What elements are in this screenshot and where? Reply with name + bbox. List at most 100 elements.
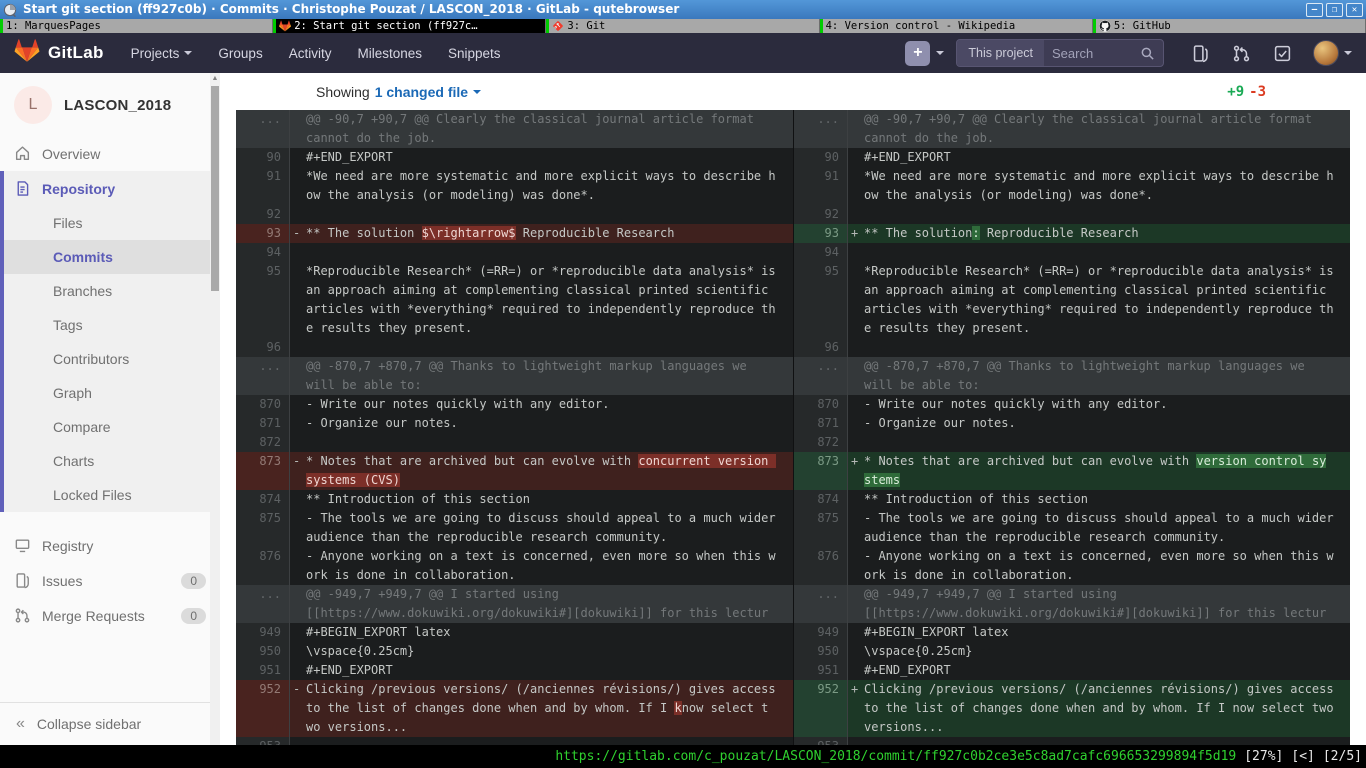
maximize-button[interactable]: ❐ [1326,3,1343,17]
old-line-number[interactable]: 91 [236,167,290,205]
new-menu-button[interactable]: + [905,41,930,66]
old-line-number[interactable]: 949 [236,623,290,642]
old-line-number[interactable]: 95 [236,262,290,338]
chevron-down-icon[interactable] [1344,51,1352,55]
old-line-number[interactable]: 876 [236,547,290,585]
sidebar-item-charts[interactable]: Charts [4,444,220,478]
github-octocat-icon [1099,20,1111,32]
sidebar-item-repository[interactable]: Repository [4,171,220,206]
issues-icon[interactable] [1191,44,1210,63]
old-line-number[interactable]: 872 [236,433,290,452]
tab[interactable]: 1: MarquesPages [0,19,273,33]
sidebar-item-commits[interactable]: Commits [4,240,220,274]
diff-line-old: - Anyone working on a text is concerned,… [290,547,793,585]
collapse-sidebar-button[interactable]: « Collapse sidebar [0,702,210,745]
hunk-header: @@ -949,7 +949,7 @@ I started using [[ht… [290,585,793,623]
hunk-ellipsis: ... [793,585,848,623]
new-line-number[interactable]: 949 [793,623,848,642]
sidebar-scrollbar[interactable]: ▲ [210,73,220,745]
qutebrowser-icon [3,3,17,17]
new-line-number[interactable]: 93 [793,224,848,243]
diff-line-old: ** Introduction of this section [290,490,793,509]
nav-item-activity[interactable]: Activity [276,33,345,73]
merge-request-icon[interactable] [1232,44,1251,63]
new-line-number[interactable]: 870 [793,395,848,414]
sidebar-item-tags[interactable]: Tags [4,308,220,342]
old-line-number[interactable]: 92 [236,205,290,224]
diff-line-new: ** Introduction of this section [848,490,1350,509]
old-line-number[interactable]: 870 [236,395,290,414]
new-line-number[interactable]: 871 [793,414,848,433]
diff-line-new: \vspace{0.25cm} [848,642,1350,661]
collapse-sidebar-label: Collapse sidebar [37,716,141,732]
sidebar-item-compare[interactable]: Compare [4,410,220,444]
project-header[interactable]: L LASCON_2018 [0,73,220,136]
close-button[interactable]: ✕ [1346,3,1363,17]
nav-item-groups[interactable]: Groups [205,33,275,73]
old-line-number[interactable]: 93 [236,224,290,243]
sidebar-item-label: Registry [42,538,93,554]
old-line-number[interactable]: 90 [236,148,290,167]
tab[interactable]: 5: GitHub [1093,19,1366,33]
old-line-number[interactable]: 952 [236,680,290,737]
new-line-number[interactable]: 91 [793,167,848,205]
old-line-number[interactable]: 94 [236,243,290,262]
sidebar-item-issues[interactable]: Issues0 [0,563,220,598]
search-icon [1140,46,1163,61]
old-line-number[interactable]: 873 [236,452,290,490]
new-line-number[interactable]: 950 [793,642,848,661]
sidebar-item-label: Overview [42,146,100,162]
tab-label: 3: Git [567,19,605,33]
tab-selected[interactable]: 2: Start git section (ff927c… [273,19,546,33]
sidebar-item-files[interactable]: Files [4,206,220,240]
new-line-number[interactable]: 874 [793,490,848,509]
old-line-number[interactable]: 953 [236,737,290,745]
merge-request-icon [14,607,31,624]
new-line-number[interactable]: 953 [793,737,848,745]
scrollbar-up-arrow-icon[interactable]: ▲ [210,73,220,85]
search-input[interactable] [1044,46,1140,61]
sidebar-item-overview[interactable]: Overview [0,136,220,171]
diff-line-removed: -** The solution $\rightarrow$ Reproduci… [290,224,793,243]
new-line-number[interactable]: 872 [793,433,848,452]
nav-item-projects[interactable]: Projects [118,33,206,73]
search-scope-toggle[interactable]: This project [957,40,1044,66]
new-line-number[interactable]: 952 [793,680,848,737]
todo-check-icon[interactable] [1273,44,1292,63]
new-line-number[interactable]: 90 [793,148,848,167]
minimize-button[interactable]: – [1306,3,1323,17]
nav-item-milestones[interactable]: Milestones [344,33,435,73]
tab[interactable]: 4: Version control - Wikipedia [820,19,1093,33]
tab-indicator-icon [820,19,823,33]
new-line-number[interactable]: 92 [793,205,848,224]
sidebar-item-branches[interactable]: Branches [4,274,220,308]
tab[interactable]: 3: Git [546,19,819,33]
user-avatar[interactable] [1313,40,1339,66]
old-line-number[interactable]: 871 [236,414,290,433]
old-line-number[interactable]: 950 [236,642,290,661]
sidebar-item-registry[interactable]: Registry [0,528,220,563]
sidebar-item-merge-requests[interactable]: Merge Requests0 [0,598,220,633]
changed-files-link[interactable]: 1 changed file [375,84,468,100]
old-line-number[interactable]: 96 [236,338,290,357]
sidebar-item-contributors[interactable]: Contributors [4,342,220,376]
old-line-number[interactable]: 874 [236,490,290,509]
new-line-number[interactable]: 873 [793,452,848,490]
caret-down-icon[interactable] [473,90,481,94]
sidebar-item-graph[interactable]: Graph [4,376,220,410]
sidebar-item-label: Files [53,215,83,231]
chevron-down-icon[interactable] [936,51,944,55]
new-line-number[interactable]: 94 [793,243,848,262]
sidebar-scrollbar-thumb[interactable] [211,86,219,291]
gitlab-logo[interactable]: GitLab [14,38,104,68]
old-line-number[interactable]: 875 [236,509,290,547]
sidebar-item-locked-files[interactable]: Locked Files [4,478,220,512]
new-line-number[interactable]: 95 [793,262,848,338]
nav-item-snippets[interactable]: Snippets [435,33,514,73]
new-line-number[interactable]: 951 [793,661,848,680]
new-line-number[interactable]: 96 [793,338,848,357]
tab-bar: 1: MarquesPages2: Start git section (ff9… [0,19,1366,33]
new-line-number[interactable]: 875 [793,509,848,547]
new-line-number[interactable]: 876 [793,547,848,585]
old-line-number[interactable]: 951 [236,661,290,680]
